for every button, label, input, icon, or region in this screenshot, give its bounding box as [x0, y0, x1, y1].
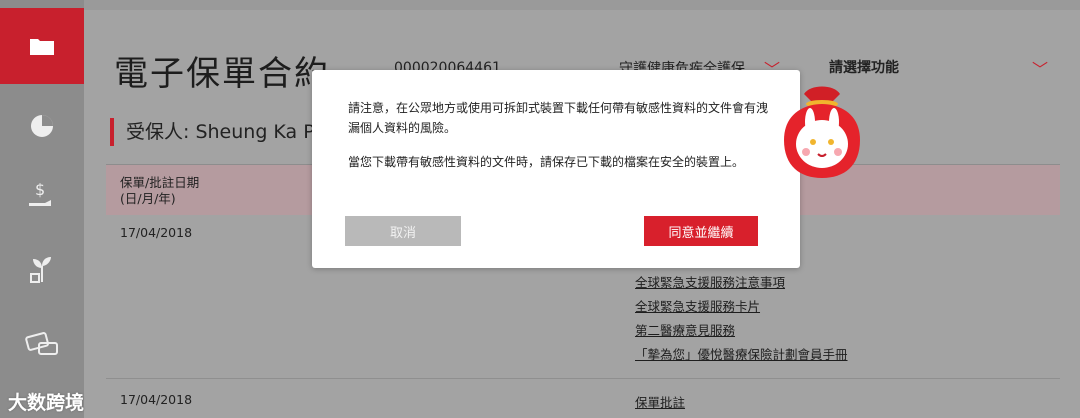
page-title: 電子保單合約: [114, 54, 330, 94]
column-header-line2: (日/月/年): [120, 191, 176, 206]
document-link-endorsement[interactable]: 保單批註: [635, 392, 685, 411]
rail-item-chart[interactable]: [0, 88, 84, 164]
cancel-button[interactable]: 取消: [345, 216, 461, 246]
svg-text:$: $: [35, 180, 45, 199]
side-rail: $: [0, 0, 94, 418]
watermark-text: 大数跨境: [8, 392, 85, 414]
function-select[interactable]: 請選擇功能: [829, 57, 899, 77]
row1-document-links: 全球緊急支援服務注意事項 全球緊急支援服務卡片 第二醫療意見服務 「摯為您」優悅…: [635, 272, 848, 368]
rail-item-investment[interactable]: [0, 230, 84, 306]
document-link[interactable]: 「摯為您」優悅醫療保險計劃會員手冊: [635, 344, 848, 362]
insured-name: 受保人: Sheung Ka Po: [110, 118, 326, 146]
rail-item-claims[interactable]: [0, 306, 84, 382]
money-card-icon: [25, 332, 58, 355]
row1-date: 17/04/2018: [120, 225, 193, 240]
column-header-date: 保單/批註日期 (日/月/年): [120, 175, 199, 207]
plant-icon: [30, 257, 51, 283]
download-warning-dialog: 請注意，在公眾地方或使用可拆卸式裝置下載任何帶有敏感性資料的文件會有洩漏個人資料…: [312, 70, 800, 268]
column-header-line1: 保單/批註日期: [120, 175, 200, 190]
lucky-bag-mascot-icon: [784, 86, 860, 178]
document-link[interactable]: 第二醫療意見服務: [635, 320, 848, 338]
app-page: $ 電子保單合約 000020064461 守護健康危疾全護保 ﹀ 請選擇功能: [0, 0, 1080, 418]
table-row-divider: [106, 378, 1060, 379]
agree-continue-button[interactable]: 同意並繼續: [644, 216, 758, 246]
chevron-down-icon[interactable]: ﹀: [1032, 56, 1048, 80]
rail-item-policy[interactable]: [0, 8, 94, 84]
dialog-message-2: 當您下載帶有敏感性資料的文件時，請保存已下載的檔案在安全的裝置上。: [348, 155, 745, 169]
document-link[interactable]: 全球緊急支援服務卡片: [635, 296, 848, 314]
folder-icon: [30, 39, 54, 55]
pie-chart-icon: [31, 115, 53, 137]
rail-item-payment[interactable]: $: [0, 158, 84, 234]
dialog-message-1: 請注意，在公眾地方或使用可拆卸式裝置下載任何帶有敏感性資料的文件會有洩漏個人資料…: [348, 101, 769, 135]
document-link[interactable]: 全球緊急支援服務注意事項: [635, 272, 848, 290]
money-hand-icon: $: [29, 180, 51, 206]
row2-date: 17/04/2018: [120, 392, 193, 407]
